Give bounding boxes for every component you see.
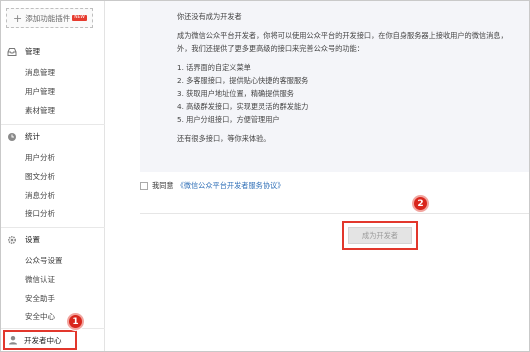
sidebar-section-settings[interactable]: 设置 [1,234,105,245]
sidebar-item-security-assistant[interactable]: 安全助手 [25,293,55,304]
sidebar-item-user-management[interactable]: 用户管理 [25,86,55,97]
sidebar-divider [1,328,105,329]
sidebar-item-security-center[interactable]: 安全中心 [25,311,55,322]
main-content: 你还没有成为开发者 成为微信公众平台开发者，你将可以使用公众平台的开发接口，在你… [106,1,529,351]
step-2-badge: 2 [412,195,429,212]
sidebar-divider [1,124,105,125]
person-icon [9,336,17,345]
feature-4: 4. 高级群发接口，实现更灵活的群发能力 [177,102,309,111]
inbox-icon [7,47,17,56]
new-badge: NEW [72,15,87,21]
become-developer-button[interactable]: 成为开发者 [348,227,412,244]
feature-5: 5. 用户分组接口，方便管理用户 [177,115,280,124]
gear-icon [7,235,17,244]
sidebar-section-label: 统计 [25,132,40,141]
sidebar-section-label: 管理 [25,47,40,56]
sidebar-item-message-management[interactable]: 消息管理 [25,67,55,78]
sidebar-divider [1,227,105,228]
add-plugin-button[interactable]: + 添加功能插件 NEW [6,8,93,28]
developer-center-label: 开发者中心 [24,335,62,345]
agreement-link[interactable]: 《微信公众平台开发者服务协议》 [177,181,285,191]
sidebar-item-material-management[interactable]: 素材管理 [25,105,55,116]
intro-title: 你还没有成为开发者 [177,12,242,21]
sidebar-item-account-settings[interactable]: 公众号设置 [25,255,63,266]
sidebar-section-label: 设置 [25,235,40,244]
more-apis-text: 还有很多接口，等你来体验。 [177,134,271,143]
agree-label[interactable]: 我同意 [152,181,174,191]
add-plugin-label: 添加功能插件 [25,13,71,23]
sidebar-item-user-analysis[interactable]: 用户分析 [25,152,55,163]
sidebar-item-wechat-verification[interactable]: 微信认证 [25,274,55,285]
feature-3: 3. 获取用户地址位置，精确提供服务 [177,89,294,98]
intro-line-1: 成为微信公众平台开发者，你将可以使用公众平台的开发接口，在你自身服务器上接收用户… [177,31,508,40]
content-divider [140,213,529,214]
agreement-row: 我同意 《微信公众平台开发者服务协议》 [140,181,284,191]
feature-2: 2. 多客服接口，提供贴心快捷的客服服务 [177,76,309,85]
intro-line-2: 外，我们还提供了更多更高级的接口来完善公众号的功能： [177,44,364,53]
clock-icon [8,132,16,141]
sidebar: + 添加功能插件 NEW 管理 消息管理 用户管理 素材管理 统计 用户分析 图… [1,1,105,351]
developer-info-box: 你还没有成为开发者 成为微信公众平台开发者，你将可以使用公众平台的开发接口，在你… [140,1,529,172]
sidebar-section-manage[interactable]: 管理 [1,46,105,57]
sidebar-section-statistics[interactable]: 统计 [1,131,105,142]
sidebar-item-article-analysis[interactable]: 图文分析 [25,171,55,182]
sidebar-item-developer-center[interactable]: 开发者中心 [3,330,77,350]
agree-checkbox[interactable] [140,182,148,190]
step-1-badge: 1 [67,313,84,330]
sidebar-item-api-analysis[interactable]: 接口分析 [25,208,55,219]
feature-1: 1. 话界面的自定义菜单 [177,63,251,72]
plus-icon: + [13,11,23,25]
sidebar-item-message-analysis[interactable]: 消息分析 [25,190,55,201]
become-developer-highlight: 成为开发者 [342,221,418,250]
